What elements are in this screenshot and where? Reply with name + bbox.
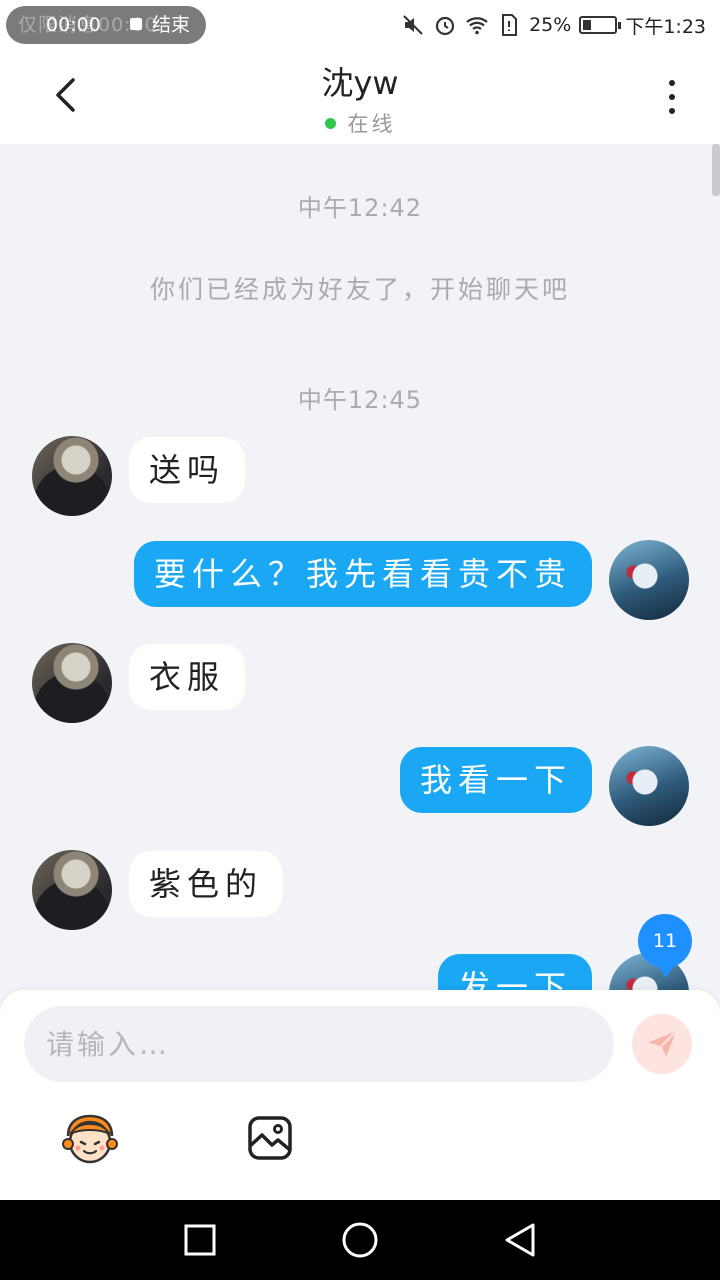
battery-percent: 25%	[529, 14, 572, 36]
contact-avatar[interactable]	[32, 643, 112, 723]
message-input-wrapper[interactable]	[24, 1006, 614, 1082]
send-button[interactable]	[632, 1014, 692, 1074]
message-bubble-outgoing[interactable]: 发一下	[437, 954, 592, 990]
status-bar: 仅限消息00:00 00:00 结束 25% 下午1:23	[0, 0, 720, 50]
system-message: 你们已经成为好友了，开始聊天吧	[149, 275, 570, 304]
message-list[interactable]: 中午12:42 你们已经成为好友了，开始聊天吧 中午12:45 送吗 要什么？我…	[0, 144, 720, 990]
online-status: 在线	[0, 108, 720, 138]
clock: 下午1:23	[625, 15, 706, 38]
more-dot-icon	[669, 108, 675, 114]
nav-back-button[interactable]	[498, 1218, 542, 1262]
more-options-button[interactable]	[652, 74, 692, 120]
message-bubble-outgoing[interactable]: 要什么？我先看看贵不贵	[133, 541, 592, 607]
sim-icon	[502, 14, 518, 36]
message-bubble-incoming[interactable]: 送吗	[129, 437, 246, 503]
wifi-icon	[466, 17, 488, 35]
online-status-label: 在线	[347, 112, 396, 136]
timestamp: 中午12:45	[297, 386, 423, 414]
system-navigation-bar	[0, 1200, 720, 1280]
circle-icon	[342, 1222, 378, 1258]
online-dot	[324, 118, 336, 129]
paper-plane-icon	[647, 1030, 677, 1057]
message-bubble-incoming[interactable]: 衣服	[129, 644, 246, 710]
my-avatar[interactable]	[609, 540, 689, 620]
recording-time: 00:00	[46, 14, 101, 36]
message-bubble-incoming[interactable]: 紫色的	[129, 851, 284, 917]
home-button[interactable]	[338, 1218, 382, 1262]
more-dot-icon	[669, 80, 675, 86]
status-icons: 25% 下午1:23	[401, 0, 706, 50]
battery-icon	[579, 16, 622, 34]
emoji-button[interactable]	[60, 1112, 120, 1166]
recents-button[interactable]	[178, 1218, 222, 1262]
emoji-face-icon	[62, 1114, 118, 1164]
mute-icon	[403, 15, 423, 35]
contact-name: 沈yw	[321, 64, 399, 102]
image-icon	[248, 1116, 292, 1160]
message-input[interactable]	[24, 1006, 614, 1082]
contact-avatar[interactable]	[32, 850, 112, 930]
screen-recording-pill[interactable]: 仅限消息00:00 00:00 结束	[6, 6, 206, 44]
chat-header: 沈yw 在线	[0, 50, 720, 144]
square-icon	[184, 1224, 216, 1256]
alarm-icon	[435, 16, 455, 36]
timestamp: 中午12:42	[297, 194, 423, 222]
stop-icon	[130, 18, 142, 30]
message-bubble-outgoing[interactable]: 我看一下	[399, 747, 592, 813]
unread-count-badge[interactable]: 11	[638, 914, 692, 978]
my-avatar[interactable]	[609, 746, 689, 826]
more-dot-icon	[669, 94, 675, 100]
composer-panel	[0, 990, 720, 1200]
contact-avatar[interactable]	[32, 436, 112, 516]
triangle-back-icon	[505, 1223, 535, 1257]
end-recording-button[interactable]: 结束	[152, 6, 190, 44]
image-button[interactable]	[246, 1114, 294, 1162]
